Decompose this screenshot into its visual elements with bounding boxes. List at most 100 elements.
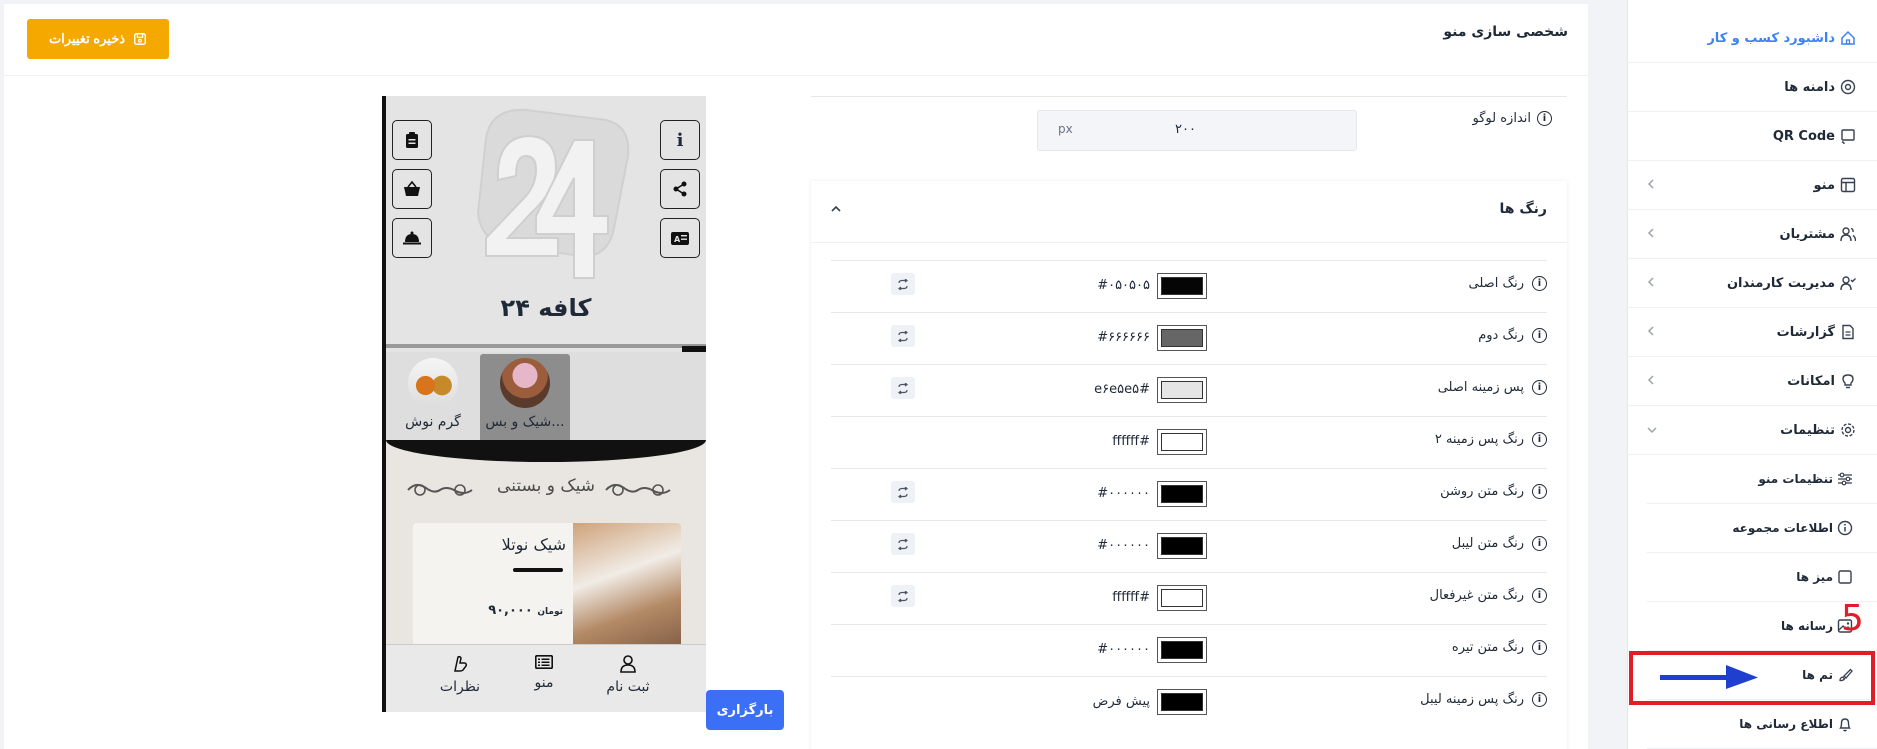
- refresh-icon: [898, 382, 908, 394]
- color-swatch-fill: [1161, 329, 1203, 347]
- share-icon: [673, 181, 687, 197]
- user-icon: [620, 655, 636, 673]
- sidebar-item-label: منو: [1813, 177, 1835, 193]
- reset-color-button[interactable]: [891, 377, 915, 399]
- save-button[interactable]: ذخیره تغییرات: [27, 19, 169, 59]
- chevron-left-icon: [1647, 374, 1655, 388]
- color-hex-value: ffffff#: [1112, 590, 1150, 605]
- file-icon: [1839, 323, 1857, 341]
- color-row: i رنگ اصلی #۰۵۰۵۰۵: [831, 260, 1547, 312]
- refresh-icon: [898, 486, 908, 498]
- sidebar-subitem[interactable]: اطلاع رسانی ها: [1647, 700, 1877, 749]
- nav-register[interactable]: ثبت نام: [588, 655, 668, 695]
- category-item[interactable]: شیک و بس...: [480, 354, 570, 444]
- info-icon: i: [1532, 588, 1547, 603]
- gear-icon: [1839, 421, 1857, 439]
- preview-bottom-nav: ثبت نام منو نظرات: [386, 644, 706, 712]
- category-image: [408, 358, 458, 408]
- sidebar-item-label: گزارشات: [1776, 324, 1835, 340]
- category-item[interactable]: گرم نوش: [388, 354, 478, 444]
- cafe-logo: [476, 108, 630, 279]
- comment-icon: [454, 655, 468, 672]
- collapse-chevron-icon[interactable]: [831, 201, 841, 217]
- refresh-icon: [898, 330, 908, 342]
- basket-button[interactable]: [392, 169, 432, 209]
- color-label: i رنگ متن غیرفعال: [1430, 588, 1547, 603]
- translate-button[interactable]: A: [660, 218, 700, 258]
- refresh-icon: [898, 538, 908, 550]
- info-icon: i: [1537, 111, 1552, 126]
- color-swatch[interactable]: [1157, 585, 1207, 611]
- color-swatch[interactable]: [1157, 637, 1207, 663]
- sidebar-subitem[interactable]: اطلاعات مجموعه: [1647, 504, 1877, 553]
- share-button[interactable]: [660, 169, 700, 209]
- color-swatch-fill: [1161, 433, 1203, 451]
- reset-color-button[interactable]: [891, 533, 915, 555]
- annotation-number: 5: [1841, 598, 1864, 639]
- color-swatch[interactable]: [1157, 533, 1207, 559]
- sidebar-item[interactable]: QR Code: [1627, 112, 1877, 161]
- sidebar-item[interactable]: امکانات: [1627, 357, 1877, 406]
- nav-menu[interactable]: منو: [504, 655, 584, 691]
- sidebar-subitem[interactable]: میز ها: [1647, 553, 1877, 602]
- nav-menu-label: منو: [534, 675, 554, 691]
- nav-comments[interactable]: نظرات: [420, 655, 500, 695]
- sidebar-item[interactable]: تنظیمات: [1627, 406, 1877, 455]
- info-button[interactable]: i: [660, 120, 700, 160]
- sidebar-subitem[interactable]: تنظیمات منو: [1647, 455, 1877, 504]
- cafe-name: کافه ۲۴: [500, 294, 592, 322]
- color-row: i رنگ پس زمینه ۲ ffffff#: [831, 416, 1547, 468]
- reset-color-button[interactable]: [891, 273, 915, 295]
- color-label-text: رنگ متن لیبل: [1451, 536, 1524, 551]
- color-swatch[interactable]: [1157, 481, 1207, 507]
- sidebar-item[interactable]: داشبورد کسب و کار: [1627, 14, 1877, 63]
- translate-icon: A: [671, 231, 689, 245]
- info-icon: i: [1532, 484, 1547, 499]
- sidebar-item[interactable]: گزارشات: [1627, 308, 1877, 357]
- service-bell-button[interactable]: [392, 218, 432, 258]
- product-price: ۹۰,۰۰۰ تومان: [488, 603, 563, 618]
- sidebar-item[interactable]: مشتریان: [1627, 210, 1877, 259]
- logo-size-input[interactable]: ۲۰۰ px: [1037, 110, 1357, 151]
- chevron-left-icon: [1647, 276, 1655, 290]
- sidebar-item[interactable]: دامنه ها: [1627, 63, 1877, 112]
- color-swatch[interactable]: [1157, 689, 1207, 715]
- chevron-left-icon: [1647, 227, 1655, 241]
- basket-icon: [404, 181, 420, 196]
- chevron-down-icon: [1647, 423, 1657, 437]
- reset-color-button[interactable]: [891, 325, 915, 347]
- color-hex-value: #۶۶۶۶۶۶: [1097, 330, 1150, 345]
- color-swatch[interactable]: [1157, 273, 1207, 299]
- color-label-text: رنگ پس زمینه لیبل: [1420, 692, 1524, 707]
- refresh-icon: [898, 278, 908, 290]
- color-label: i رنگ اصلی: [1469, 276, 1547, 291]
- reset-color-button[interactable]: [891, 481, 915, 503]
- info-icon: i: [1532, 276, 1547, 291]
- color-swatch-fill: [1161, 537, 1203, 555]
- product-currency: تومان: [537, 607, 563, 617]
- color-row: i پس زمینه اصلی e۶e۵e۵#: [831, 364, 1547, 416]
- colors-panel-title: رنگ ها: [1499, 201, 1548, 217]
- sliders-icon: [1837, 471, 1853, 487]
- color-swatch-fill: [1161, 693, 1203, 711]
- color-swatch-fill: [1161, 485, 1203, 503]
- logo-size-value: ۲۰۰: [1175, 122, 1196, 137]
- colors-panel-header[interactable]: رنگ ها: [811, 181, 1567, 243]
- info-icon: i: [1532, 328, 1547, 343]
- annotation-arrow-icon: [1660, 665, 1758, 689]
- clipboard-button[interactable]: [392, 120, 432, 160]
- reset-color-button[interactable]: [891, 585, 915, 607]
- sidebar-item[interactable]: منو: [1627, 161, 1877, 210]
- save-button-label: ذخیره تغییرات: [48, 31, 126, 46]
- app-root: شخصی سازی منو ذخیره تغییرات i A کافه ۲۴ …: [0, 0, 1877, 749]
- color-swatch[interactable]: [1157, 429, 1207, 455]
- sidebar-item[interactable]: مدیریت کارمندان: [1627, 259, 1877, 308]
- info-icon: i: [1532, 692, 1547, 707]
- sidebar-item-label: داشبورد کسب و کار: [1707, 30, 1835, 46]
- color-swatch-fill: [1161, 381, 1203, 399]
- color-swatch[interactable]: [1157, 325, 1207, 351]
- upload-button[interactable]: بارگزاری: [706, 690, 784, 730]
- color-label-text: رنگ پس زمینه ۲: [1434, 432, 1524, 447]
- color-swatch[interactable]: [1157, 377, 1207, 403]
- color-label-text: رنگ متن تیره: [1451, 640, 1524, 655]
